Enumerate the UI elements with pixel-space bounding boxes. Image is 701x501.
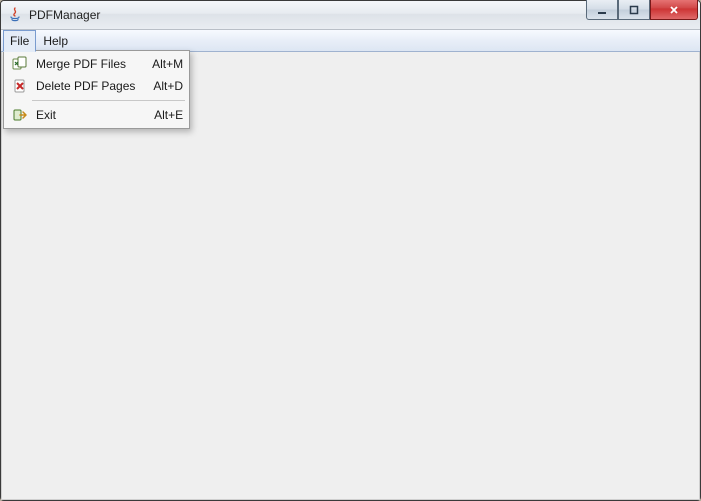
menu-item-label: Merge PDF Files xyxy=(30,57,134,71)
minimize-button[interactable] xyxy=(586,0,618,20)
window-controls xyxy=(586,1,698,29)
menu-separator xyxy=(32,100,185,101)
menu-item-shortcut: Alt+E xyxy=(136,108,183,122)
menu-file[interactable]: File xyxy=(3,30,36,52)
menu-item-label: Delete PDF Pages xyxy=(30,79,135,93)
menu-item-shortcut: Alt+M xyxy=(134,57,183,71)
menu-help[interactable]: Help xyxy=(36,30,75,51)
menu-item-merge-pdf[interactable]: Merge PDF Files Alt+M xyxy=(6,53,187,75)
menu-bar: File Help xyxy=(1,30,700,52)
close-button[interactable] xyxy=(650,0,698,20)
java-app-icon xyxy=(7,7,23,23)
delete-page-icon xyxy=(10,78,30,94)
exit-icon xyxy=(10,107,30,123)
menu-item-label: Exit xyxy=(30,108,136,122)
title-bar: PDFManager xyxy=(1,1,700,30)
maximize-button[interactable] xyxy=(618,0,650,20)
app-window: PDFManager File Help xyxy=(0,0,701,501)
menu-item-exit[interactable]: Exit Alt+E xyxy=(6,104,187,126)
window-title: PDFManager xyxy=(29,8,100,22)
menu-item-delete-pages[interactable]: Delete PDF Pages Alt+D xyxy=(6,75,187,97)
merge-icon xyxy=(10,56,30,72)
file-menu-dropdown: Merge PDF Files Alt+M Delete PDF Pages A… xyxy=(3,50,190,129)
menu-item-shortcut: Alt+D xyxy=(135,79,183,93)
menu-file-label: File xyxy=(10,34,29,48)
menu-help-label: Help xyxy=(43,34,68,48)
